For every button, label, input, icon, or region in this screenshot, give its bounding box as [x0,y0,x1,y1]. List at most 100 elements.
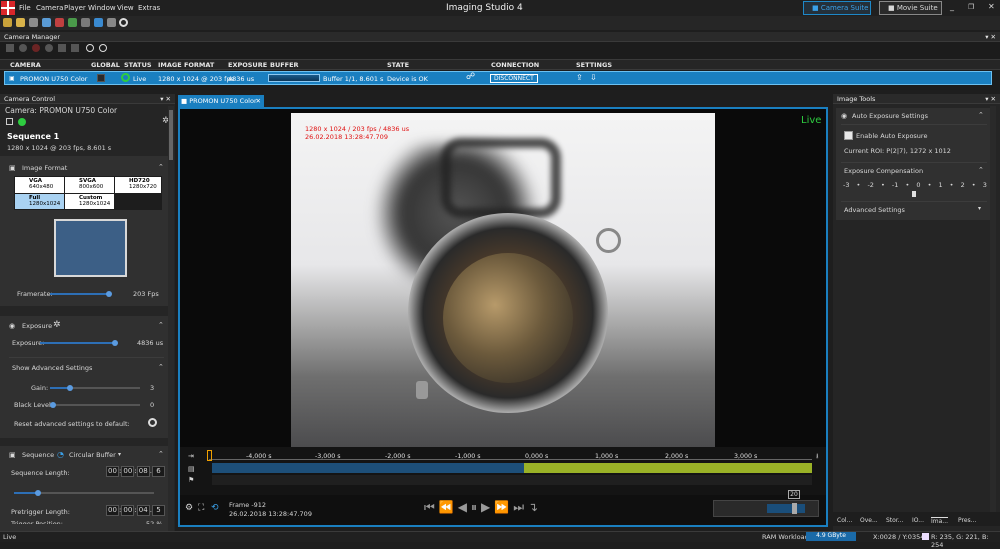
play-reverse-icon[interactable]: ◀ [458,500,471,514]
power-icon[interactable] [119,18,128,27]
pretrigger-input[interactable]: 00:00:04. 5 [106,505,165,516]
step-back-icon[interactable]: ⏪ [439,500,458,514]
camera-manager-header: Camera Manager ▾ ✕ [0,32,1000,42]
buffer-mode-select[interactable]: Circular Buffer [69,451,116,459]
minimize-icon[interactable]: _ [950,2,954,11]
timeline-marker-icon[interactable]: ▤ [188,465,195,473]
show-advanced-toggle[interactable]: Show Advanced Settings [12,364,92,372]
camera-grid-icon[interactable] [6,118,13,125]
link-icon[interactable] [86,44,94,52]
gear-icon[interactable]: ⚙ [185,503,193,513]
menu-extras[interactable]: Extras [138,4,160,12]
black-level-slider[interactable] [50,402,140,408]
settings-import-icon[interactable]: ⇩ [590,73,597,82]
gain-slider[interactable] [50,385,140,391]
stop-record-icon[interactable] [32,44,40,52]
advanced-settings-toggle[interactable]: Advanced Settings [844,206,905,214]
tab-io[interactable]: IO... [912,517,924,524]
advanced-collapse-icon[interactable]: ⌃ [158,363,164,371]
enable-auto-exposure-checkbox[interactable] [844,131,853,142]
chevron-down-icon[interactable]: ▾ [118,451,121,458]
app-logo-icon [1,1,15,15]
restore-icon[interactable]: ❐ [968,3,974,11]
collapse-icon[interactable]: ⌃ [158,163,164,171]
menu-window[interactable]: Window [88,4,116,12]
exposure-cell: 4836 us [228,75,255,83]
framerate-slider[interactable] [50,291,112,297]
layout-icon[interactable] [68,18,77,27]
warning-icon[interactable] [94,18,103,27]
menu-file[interactable]: File [19,4,31,12]
auto-exposure-icon: ◉ [841,112,848,120]
tab-pres[interactable]: Pres... [958,517,976,524]
tab-close-icon[interactable]: ✕ [256,97,261,105]
menu-view[interactable]: View [117,4,134,12]
compensation-collapse-icon[interactable]: ⌃ [978,166,984,174]
auto-exposure-collapse-icon[interactable]: ⌃ [978,111,984,119]
tab-ima[interactable]: Ima... [931,517,949,525]
goto-trigger-icon[interactable]: ↴ [528,500,542,514]
global-checkbox[interactable] [97,74,105,82]
tab-ove[interactable]: Ove... [860,517,878,524]
export-icon[interactable] [71,44,79,52]
format-vga[interactable]: VGA 640x480 [15,177,64,193]
record-icon[interactable] [19,44,27,52]
exposure-slider[interactable] [40,340,118,346]
skip-start-icon[interactable]: ⏮ [424,500,439,514]
exposure-collapse-icon[interactable]: ⌃ [158,321,164,329]
play-icon[interactable] [58,44,66,52]
speed-slider[interactable] [713,500,819,517]
settings-export-icon[interactable]: ⇪ [576,73,583,82]
tab-viewer[interactable]: ■ PROMON U750 Color ✕ [178,95,264,107]
scrollbar[interactable] [168,106,174,534]
advanced-expand-icon[interactable]: ▾ [978,205,981,212]
step-forward-icon[interactable]: ⏩ [494,500,513,514]
format-custom[interactable]: Custom 1280x1024 [65,194,114,209]
tab-stor[interactable]: Stor... [886,517,903,524]
sequence-length-input[interactable]: 00:00:08. 6 [106,466,165,477]
camera-icon[interactable] [42,18,51,27]
buffer-post-segment[interactable] [524,463,812,473]
menu-player[interactable]: Player [64,4,86,12]
exposure-tools-icon[interactable]: ✲ [53,320,61,330]
marker-track[interactable] [212,475,812,485]
compensation-scale[interactable]: -3 • -2 • -1 • 0 • 1 • 2 • 3 [843,181,987,189]
timeline-fit-icon[interactable]: ⇥ [188,452,194,460]
menu-camera[interactable]: Camera [36,4,63,12]
camera-suite-button[interactable]: ■ Camera Suite [803,1,871,15]
loop-icon[interactable]: ⟲ [211,503,219,513]
format-svga[interactable]: SVGA 800x600 [65,177,114,193]
skip-end-icon[interactable]: ⏭ [513,500,528,514]
tab-col[interactable]: Col... [837,517,852,524]
image-tools-scrollbar[interactable] [990,106,996,526]
grid-toggle-icon[interactable] [6,44,14,52]
pause-icon[interactable]: ⏸ [471,500,481,514]
reset-icon[interactable] [148,418,157,427]
disconnect-button[interactable]: DISCONNECT [490,74,538,83]
movie-suite-icon: ■ [888,4,897,12]
sequence-collapse-icon[interactable]: ⌃ [158,450,164,458]
close-icon[interactable]: ✕ [988,2,995,11]
pin-icon[interactable]: ⭳ [816,452,818,463]
movie-suite-button[interactable]: ■ Movie Suite [879,1,942,15]
new-icon[interactable] [3,18,12,27]
unlink-icon[interactable] [99,44,107,52]
cancel-icon[interactable] [45,44,53,52]
image-icon[interactable] [55,18,64,27]
compensation-handle[interactable] [912,191,916,197]
measure-icon[interactable] [107,18,116,27]
save-icon[interactable] [29,18,38,27]
flag-icon[interactable]: ⚑ [188,476,194,484]
timeline-start-marker[interactable] [207,450,212,461]
format-full[interactable]: Full 1280x1024 [15,194,64,209]
grid-icon[interactable] [81,18,90,27]
open-folder-icon[interactable] [16,18,25,27]
reset-label: Reset advanced settings to default: [14,420,130,428]
buffer-pre-segment[interactable] [212,463,524,473]
sequence-length-slider[interactable] [14,490,154,496]
format-hd720[interactable]: HD720 1280x720 [115,177,161,193]
gain-label: Gain: [31,384,49,392]
roi-preview[interactable] [54,219,127,277]
fullscreen-icon[interactable]: ⛶ [198,503,204,513]
play-forward-icon[interactable]: ▶ [481,500,494,514]
